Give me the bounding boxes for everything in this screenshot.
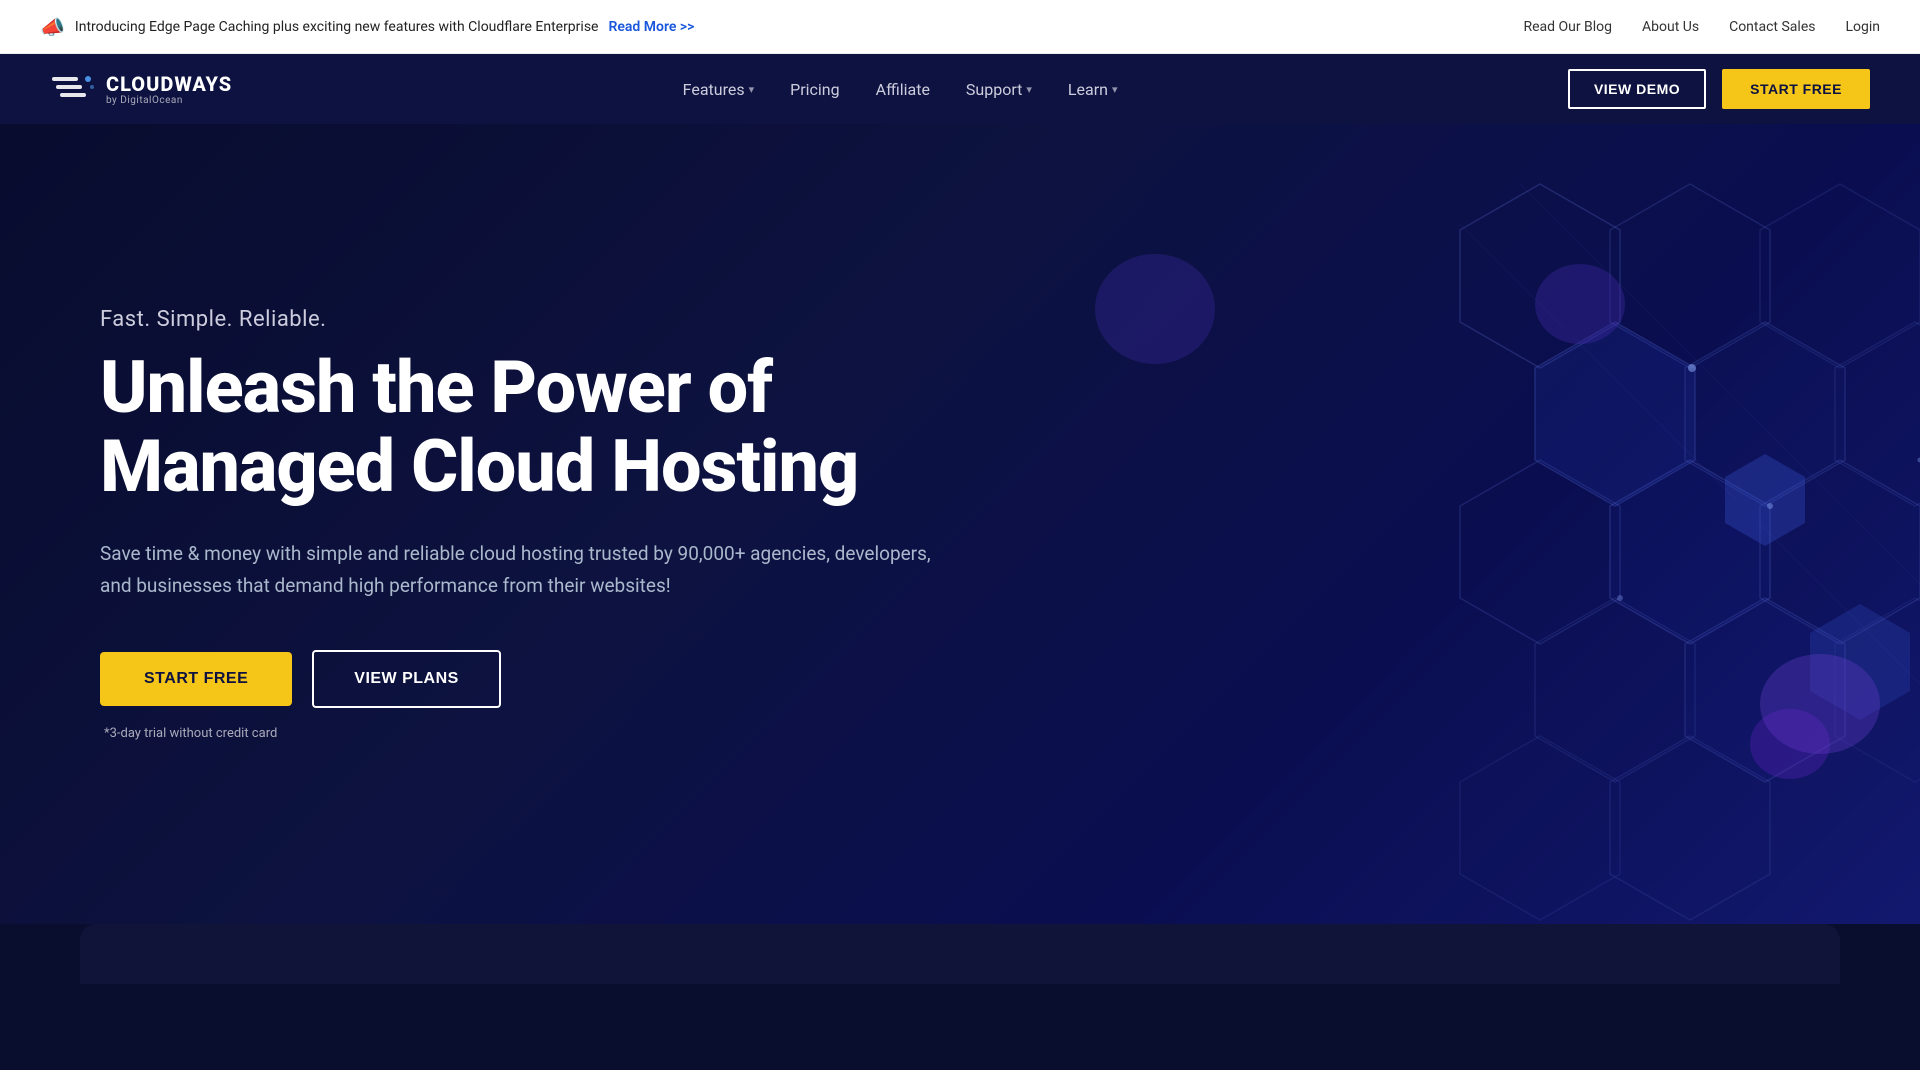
nav-actions: VIEW DEMO START FREE (1568, 69, 1870, 109)
hero-headline: Unleash the Power ofManaged Cloud Hostin… (100, 348, 960, 506)
top-bar-links: Read Our Blog About Us Contact Sales Log… (1523, 19, 1880, 35)
megaphone-icon: 📣 (40, 15, 65, 39)
login-link[interactable]: Login (1845, 19, 1880, 35)
view-plans-button[interactable]: VIEW PLANS (312, 650, 501, 708)
nav-item-features[interactable]: Features ▾ (683, 80, 754, 99)
about-us-link[interactable]: About Us (1642, 19, 1699, 35)
announcement-bar: 📣 Introducing Edge Page Caching plus exc… (40, 15, 694, 39)
main-nav: CLOUDWAYS by DigitalOcean Features ▾ Pri… (0, 54, 1920, 124)
hero-content: Fast. Simple. Reliable. Unleash the Powe… (100, 307, 960, 742)
view-demo-button[interactable]: VIEW DEMO (1568, 69, 1706, 109)
chevron-down-icon: ▾ (1026, 83, 1032, 96)
chevron-down-icon: ▾ (749, 83, 755, 96)
read-more-link[interactable]: Read More >> (608, 19, 694, 35)
hero-section: Fast. Simple. Reliable. Unleash the Powe… (0, 124, 1920, 924)
announcement-text: Introducing Edge Page Caching plus excit… (75, 19, 599, 35)
hero-buttons: START FREE VIEW PLANS (100, 650, 960, 708)
top-bar: 📣 Introducing Edge Page Caching plus exc… (0, 0, 1920, 54)
nav-item-affiliate[interactable]: Affiliate (876, 80, 930, 99)
nav-item-pricing[interactable]: Pricing (790, 80, 840, 99)
contact-sales-link[interactable]: Contact Sales (1729, 19, 1815, 35)
brand-sub: by DigitalOcean (106, 95, 232, 106)
trial-note: *3-day trial without credit card (104, 726, 960, 741)
nav-links: Features ▾ Pricing Affiliate Support ▾ L… (683, 80, 1118, 99)
nav-item-learn[interactable]: Learn ▾ (1068, 80, 1118, 99)
read-blog-link[interactable]: Read Our Blog (1523, 19, 1612, 35)
bottom-card-hint (80, 924, 1840, 984)
start-free-hero-button[interactable]: START FREE (100, 652, 292, 706)
hero-background-pattern (1040, 124, 1920, 924)
brand-name: CLOUDWAYS (106, 73, 232, 95)
hero-description: Save time & money with simple and reliab… (100, 538, 960, 603)
logo-text: CLOUDWAYS by DigitalOcean (106, 73, 232, 106)
logo[interactable]: CLOUDWAYS by DigitalOcean (50, 67, 232, 111)
logo-icon (50, 67, 94, 111)
start-free-nav-button[interactable]: START FREE (1722, 69, 1870, 109)
nav-item-support[interactable]: Support ▾ (966, 80, 1032, 99)
chevron-down-icon: ▾ (1112, 83, 1118, 96)
hero-tagline: Fast. Simple. Reliable. (100, 307, 960, 332)
